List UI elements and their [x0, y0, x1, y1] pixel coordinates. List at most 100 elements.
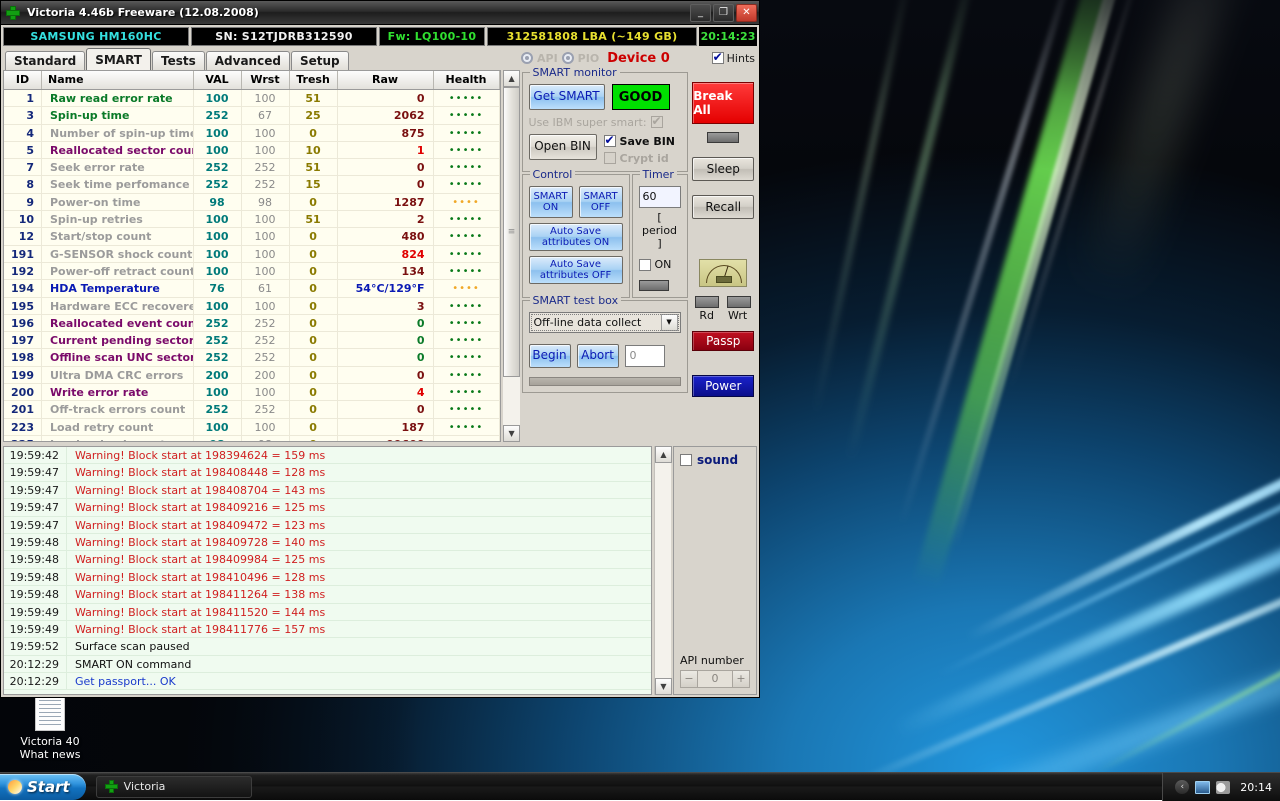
scrollbar-track[interactable]: [655, 463, 671, 678]
log-row[interactable]: 19:59:47Warning! Block start at 19840947…: [4, 517, 651, 534]
col-header-val[interactable]: VAL: [194, 71, 242, 89]
log-row[interactable]: 19:59:47Warning! Block start at 19840844…: [4, 464, 651, 481]
volume-icon[interactable]: [1216, 781, 1230, 794]
auto-save-off-button[interactable]: Auto Save attributes OFF: [529, 256, 623, 284]
cell-tresh: 15: [290, 176, 338, 192]
taskbar-item-victoria[interactable]: Victoria: [96, 776, 252, 798]
table-scrollbar[interactable]: ▲ ▼: [503, 70, 520, 442]
table-row[interactable]: 194HDA Temperature7661054°C/129°F••••: [4, 280, 500, 297]
minimize-button[interactable]: _: [690, 4, 711, 22]
open-bin-button[interactable]: Open BIN: [529, 134, 597, 160]
ibm-super-smart-row[interactable]: Use IBM super smart:: [529, 115, 681, 129]
timer-period-input[interactable]: 60: [639, 186, 681, 208]
tab-advanced[interactable]: Advanced: [206, 51, 290, 70]
chevron-down-icon[interactable]: ▼: [661, 314, 678, 331]
network-icon[interactable]: [1195, 781, 1210, 794]
power-button[interactable]: Power: [692, 375, 754, 397]
checkbox-icon[interactable]: [651, 116, 663, 128]
test-type-select[interactable]: Off-line data collect ▼: [529, 312, 681, 333]
scroll-up-icon[interactable]: ▲: [503, 70, 520, 87]
table-row[interactable]: 195Hardware ECC recovered10010003•••••: [4, 298, 500, 315]
close-button[interactable]: ✕: [736, 4, 757, 22]
tab-setup[interactable]: Setup: [291, 51, 349, 70]
desktop-icon-victoria[interactable]: Victoria 40 What news: [8, 695, 92, 761]
table-row[interactable]: 199Ultra DMA CRC errors20020000•••••: [4, 367, 500, 384]
table-row[interactable]: 9Power-on time989801287••••: [4, 194, 500, 211]
mode-row: API PIO Device 0 Hints: [521, 48, 755, 68]
log-row[interactable]: 19:59:49Warning! Block start at 19841152…: [4, 604, 651, 621]
cell-id: 197: [4, 332, 42, 348]
table-row[interactable]: 197Current pending sectors25225200•••••: [4, 332, 500, 349]
crypt-id-checkbox[interactable]: Crypt id: [604, 151, 676, 165]
table-row[interactable]: 10Spin-up retries100100512•••••: [4, 211, 500, 228]
table-row[interactable]: 191G-SENSOR shock counter1001000824•••••: [4, 246, 500, 263]
log-row[interactable]: 19:59:48Warning! Block start at 19841126…: [4, 586, 651, 603]
abort-button[interactable]: Abort: [577, 344, 619, 368]
save-bin-checkbox[interactable]: Save BIN: [604, 134, 676, 148]
tray-expand-icon[interactable]: ‹: [1175, 780, 1189, 794]
col-header-id[interactable]: ID: [4, 71, 42, 89]
sound-checkbox[interactable]: sound: [680, 453, 750, 467]
log-row[interactable]: 20:12:29Get passport... OK: [4, 673, 651, 690]
smart-on-button[interactable]: SMART ON: [529, 186, 573, 218]
begin-button[interactable]: Begin: [529, 344, 571, 368]
table-row[interactable]: 5Reallocated sector count100100101•••••: [4, 142, 500, 159]
radio-pio[interactable]: [562, 52, 574, 64]
api-increment-button[interactable]: +: [732, 670, 750, 688]
table-row[interactable]: 1Raw read error rate100100510•••••: [4, 90, 500, 107]
table-row[interactable]: 201Off-track errors count25225200•••••: [4, 401, 500, 418]
log-row[interactable]: 19:59:47Warning! Block start at 19840921…: [4, 499, 651, 516]
scroll-down-icon[interactable]: ▼: [655, 678, 672, 695]
scroll-up-icon[interactable]: ▲: [655, 446, 672, 463]
table-row[interactable]: 8Seek time perfomance252252150•••••: [4, 176, 500, 193]
col-header-tresh[interactable]: Tresh: [290, 71, 338, 89]
table-row[interactable]: 192Power-off retract count1001000134••••…: [4, 263, 500, 280]
get-smart-button[interactable]: Get SMART: [529, 84, 605, 110]
smart-off-button[interactable]: SMART OFF: [579, 186, 623, 218]
sleep-button[interactable]: Sleep: [692, 157, 754, 181]
col-header-name[interactable]: Name: [42, 71, 194, 89]
col-header-raw[interactable]: Raw: [338, 71, 434, 89]
maximize-button[interactable]: ❐: [713, 4, 734, 22]
log-row[interactable]: 19:59:47Warning! Block start at 19840870…: [4, 482, 651, 499]
scrollbar-track[interactable]: [503, 87, 520, 425]
table-row[interactable]: 12Start/stop count1001000480•••••: [4, 228, 500, 245]
hints-checkbox[interactable]: Hints: [712, 52, 755, 65]
tab-tests[interactable]: Tests: [152, 51, 205, 70]
table-row[interactable]: 223Load retry count1001000187•••••: [4, 419, 500, 436]
recall-button[interactable]: Recall: [692, 195, 754, 219]
table-row[interactable]: 4Number of spin-up times1001000875•••••: [4, 125, 500, 142]
passport-button[interactable]: Passp: [692, 331, 754, 351]
scrollbar-thumb[interactable]: [503, 87, 520, 377]
tab-standard[interactable]: Standard: [5, 51, 85, 70]
log-row[interactable]: 19:59:49Warning! Block start at 19841177…: [4, 621, 651, 638]
radio-api[interactable]: [521, 52, 533, 64]
log-row[interactable]: 20:12:29SMART ON command: [4, 656, 651, 673]
test-counter-field[interactable]: 0: [625, 345, 665, 367]
log-row[interactable]: 19:59:52Surface scan paused: [4, 638, 651, 655]
table-row[interactable]: 196Reallocated event count25225200•••••: [4, 315, 500, 332]
table-row[interactable]: 7Seek error rate252252510•••••: [4, 159, 500, 176]
api-number-value[interactable]: 0: [698, 670, 732, 688]
table-row[interactable]: 225Load-unload count9898099600: [4, 436, 500, 441]
api-decrement-button[interactable]: −: [680, 670, 698, 688]
log-row[interactable]: 19:59:48Warning! Block start at 19840998…: [4, 551, 651, 568]
log-row[interactable]: 19:59:48Warning! Block start at 19841049…: [4, 569, 651, 586]
start-button[interactable]: Start: [0, 774, 86, 800]
api-number-stepper[interactable]: − 0 +: [680, 670, 750, 688]
timer-on-checkbox[interactable]: ON: [639, 258, 681, 271]
table-row[interactable]: 3Spin-up time25267252062•••••: [4, 107, 500, 124]
table-row[interactable]: 198Offline scan UNC sectors25225200•••••: [4, 349, 500, 366]
break-all-button[interactable]: Break All: [692, 82, 754, 124]
log-scrollbar[interactable]: ▲ ▼: [654, 446, 671, 695]
log-row[interactable]: 19:59:48Warning! Block start at 19840972…: [4, 534, 651, 551]
table-row[interactable]: 200Write error rate10010004•••••: [4, 384, 500, 401]
col-header-wrst[interactable]: Wrst: [242, 71, 290, 89]
window-titlebar[interactable]: Victoria 4.46b Freeware (12.08.2008) _ ❐…: [1, 1, 759, 25]
tab-smart[interactable]: SMART: [86, 48, 151, 70]
cell-raw: 1287: [338, 194, 434, 210]
col-header-health[interactable]: Health: [434, 71, 500, 89]
auto-save-on-button[interactable]: Auto Save attributes ON: [529, 223, 623, 251]
log-row[interactable]: 19:59:42Warning! Block start at 19839462…: [4, 447, 651, 464]
scroll-down-icon[interactable]: ▼: [503, 425, 520, 442]
